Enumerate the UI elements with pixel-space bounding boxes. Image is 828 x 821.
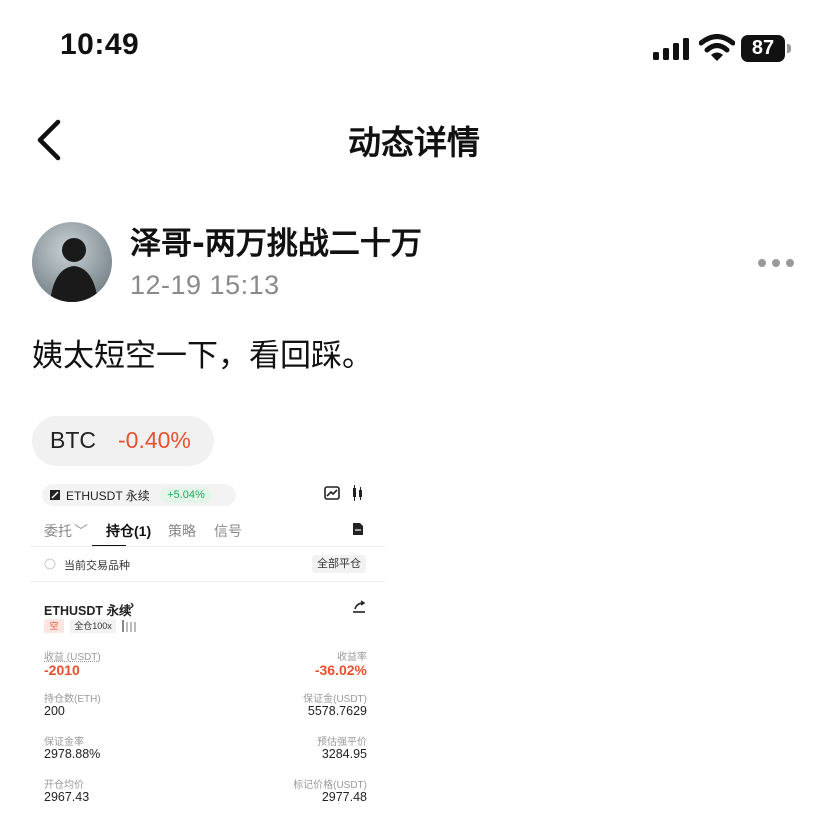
tab-strategy: 策略 [168,523,196,539]
chevron-down-icon: ﹀ [74,523,88,539]
liq-label: 预估强平价 [317,737,367,748]
battery-level: 87 [741,35,785,62]
share-icon [353,600,366,613]
margin-value: 5578.7629 [307,704,367,718]
more-options-icon[interactable] [756,256,796,270]
radio-circle-icon [44,558,56,570]
divider [30,546,385,547]
leverage-bars-icon [122,620,136,632]
margin-mode-badge: 全仓100x [70,619,116,633]
chart-icon [324,486,340,500]
chevron-right-icon: › [130,598,135,612]
mark-label: 标记价格(USDT) [293,780,367,791]
mark-value: 2977.48 [321,790,367,804]
close-all-button: 全部平仓 [312,555,366,573]
instrument-logo-icon [50,490,60,500]
wifi-icon [699,34,735,61]
ticker-symbol: BTC [50,427,96,453]
roi-value: -36.02% [314,662,367,678]
instrument-tag: ETHUSDT 永续 +5.04% [42,484,236,506]
margin-ratio-value: 2978.88% [44,747,101,761]
post-image[interactable]: ETHUSDT 永续 +5.04% 委托 ﹀ 持仓(1) 策略 信号 当前交易品… [30,478,385,821]
liq-value: 3284.95 [321,747,367,761]
person-silhouette-icon [50,238,98,302]
margin-ratio-label: 保证金率 [44,737,84,748]
tab-orders: 委托 [44,523,72,539]
ticker-change: -0.40% [118,427,191,453]
document-icon [353,523,363,535]
divider [30,581,385,582]
instrument-name: ETHUSDT 永续 [66,489,150,503]
tab-positions: 持仓(1) [106,523,152,539]
pnl-label: 收益 (USDT) [44,652,101,663]
pnl-value: -2010 [44,662,80,678]
instrument-change: +5.04% [160,487,212,503]
side-badge: 空 [44,619,64,633]
battery-indicator: 87 [741,35,793,62]
status-time: 10:49 [60,28,140,61]
post-text: 姨太短空一下，看回踩。 [32,338,373,374]
candlestick-icon [353,485,362,501]
margin-label: 保证金(USDT) [303,694,367,705]
entry-label: 开仓均价 [44,780,84,791]
filter-label: 当前交易品种 [64,560,130,572]
qty-value: 200 [44,704,65,718]
qty-label: 持仓数(ETH) [44,694,101,705]
cellular-signal-icon [653,38,689,60]
roi-label: 收益率 [337,652,367,663]
battery-tip [787,44,791,53]
author-name[interactable]: 泽哥-两万挑战二十万 [130,218,422,263]
post-timestamp: 12-19 15:13 [130,270,280,300]
page-title: 动态详情 [348,123,480,162]
author-avatar[interactable] [32,222,112,302]
ticker-pill[interactable]: BTC -0.40% [32,416,214,466]
tab-signals: 信号 [214,523,242,539]
entry-value: 2967.43 [44,790,90,804]
position-title: ETHUSDT 永续 [44,604,132,618]
